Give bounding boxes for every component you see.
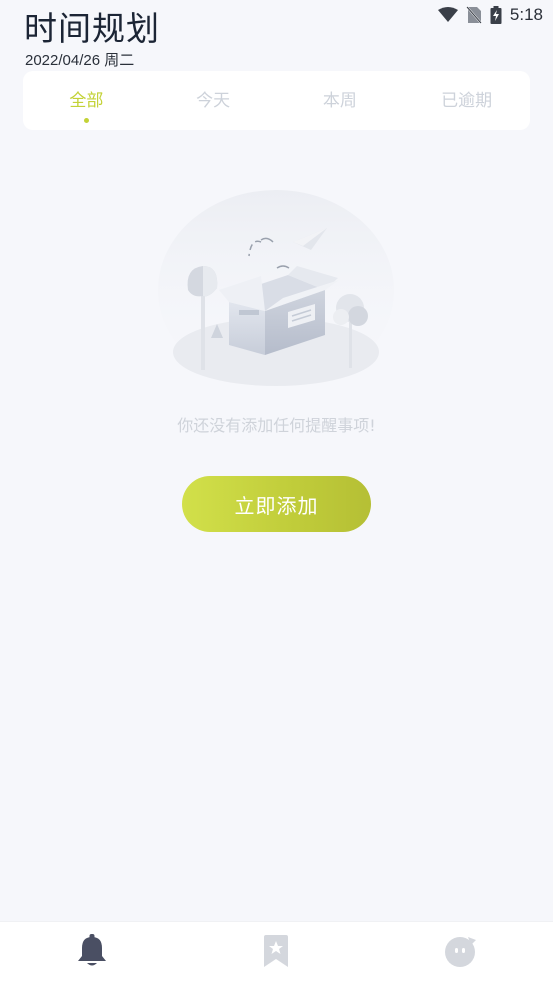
tab-label: 今天 [196,91,231,111]
tab-label: 全部 [69,91,104,111]
wifi-icon [437,7,458,23]
tab-overdue[interactable]: 已逾期 [403,71,530,130]
tab-today[interactable]: 今天 [150,71,277,130]
status-time: 5:18 [509,5,543,24]
active-tab-indicator [83,118,89,123]
nav-favorites[interactable] [184,922,368,983]
bookmark-star-icon [262,934,290,971]
empty-box-illustration [153,190,403,390]
tab-label: 本周 [322,91,357,111]
page-title: 时间规划 [24,9,160,48]
tab-this-week[interactable]: 本周 [277,71,404,130]
nav-profile[interactable] [369,922,553,983]
empty-state-message: 你还没有添加任何提醒事项! [177,416,376,435]
status-bar: 5:18 [353,0,553,30]
nav-reminders[interactable] [0,922,184,983]
bell-icon [77,933,107,972]
no-sim-icon [466,6,482,24]
filter-tabs: 全部 今天 本周 已逾期 [23,71,530,130]
profile-face-icon [444,935,478,971]
current-date: 2022/04/26 周二 [25,52,135,69]
tab-all[interactable]: 全部 [23,71,150,130]
tab-label: 已逾期 [441,91,493,111]
add-now-button[interactable]: 立即添加 [182,476,371,532]
battery-charging-icon [490,6,502,24]
bottom-nav [0,921,553,983]
